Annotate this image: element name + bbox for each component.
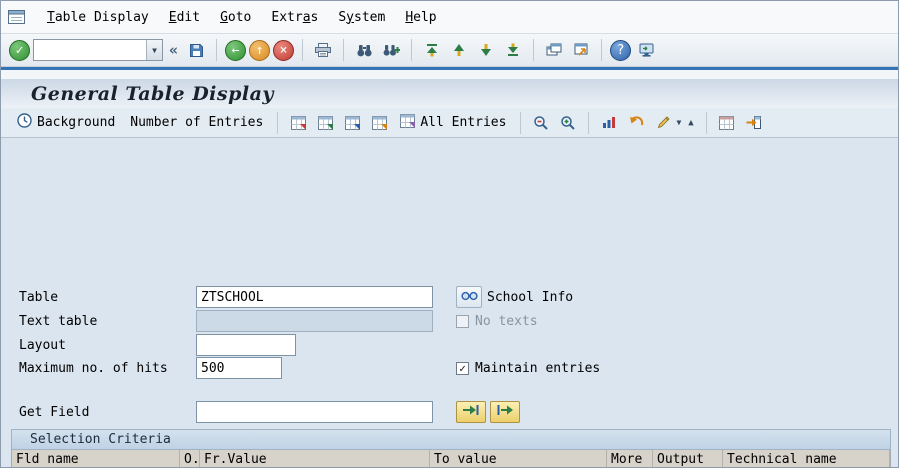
command-field[interactable]: ▼	[33, 39, 163, 61]
menu-system[interactable]: System	[328, 7, 395, 28]
menu-goto[interactable]: Goto	[210, 7, 261, 28]
maintain-entries-checkbox[interactable]: ✓	[456, 362, 469, 375]
no-texts-checkbox-row: No texts	[456, 314, 538, 329]
arrow-out-of-bar-icon	[497, 404, 513, 420]
no-texts-label: No texts	[475, 314, 538, 329]
col-option: O.	[180, 450, 200, 467]
edit-pencil-icon[interactable]	[651, 111, 675, 135]
all-entries-button[interactable]: All Entries	[394, 112, 512, 134]
print-icon[interactable]	[311, 38, 335, 62]
col-technical-name: Technical name	[723, 450, 890, 467]
save-icon[interactable]	[184, 38, 208, 62]
school-info-button[interactable]	[456, 286, 482, 308]
maintain-entries-label: Maintain entries	[475, 361, 601, 376]
selection-criteria-table: Fld name O. Fr.Value To value More Outpu…	[11, 450, 891, 467]
get-field-label: Get Field	[19, 404, 90, 420]
max-hits-input[interactable]	[196, 357, 282, 379]
gui-settings-icon[interactable]	[634, 38, 658, 62]
no-texts-checkbox	[456, 315, 469, 328]
page-down-icon[interactable]	[474, 38, 498, 62]
layout-settings-icon[interactable]	[715, 111, 739, 135]
page-title: General Table Display	[31, 82, 274, 105]
toolbar-separator	[216, 39, 218, 61]
table-delete-icon[interactable]	[340, 111, 364, 135]
exit-icon[interactable]: ↑	[249, 39, 271, 61]
system-toolbar: ✓ ▼ « ← ↑ × ?	[1, 34, 898, 67]
first-page-icon[interactable]	[420, 38, 444, 62]
toolbar-separator	[533, 39, 535, 61]
find-icon[interactable]	[352, 38, 376, 62]
shortcut-icon[interactable]	[569, 38, 593, 62]
field-import-button[interactable]	[456, 401, 486, 423]
background-button[interactable]: Background	[11, 111, 121, 134]
max-hits-label: Maximum no. of hits	[19, 360, 168, 376]
menu-edit[interactable]: Edit	[159, 7, 210, 28]
help-icon[interactable]: ?	[610, 39, 632, 61]
collapse-icon[interactable]: ▲	[684, 118, 697, 128]
enter-button[interactable]: ✓	[9, 39, 30, 61]
maintain-entries-checkbox-row: ✓ Maintain entries	[456, 361, 600, 376]
exit-selection-icon[interactable]	[742, 111, 766, 135]
page-up-icon[interactable]	[447, 38, 471, 62]
last-page-icon[interactable]	[501, 38, 525, 62]
system-menu-icon[interactable]	[8, 10, 25, 24]
col-to-value: To value	[430, 450, 607, 467]
arrow-into-bar-icon	[463, 404, 479, 420]
table-top-icon[interactable]	[367, 111, 391, 135]
title-bar: General Table Display	[1, 79, 898, 108]
chevron-down-icon[interactable]: ▼	[146, 40, 162, 60]
find-next-icon[interactable]	[379, 38, 403, 62]
command-input[interactable]	[34, 40, 146, 60]
toolbar-separator	[601, 39, 603, 61]
sort-ascending-icon[interactable]	[597, 111, 621, 135]
col-output: Output	[653, 450, 723, 467]
zoom-out-icon[interactable]	[529, 111, 553, 135]
toolbar-separator	[520, 111, 522, 134]
text-table-input	[196, 310, 433, 332]
toolbar-separator	[705, 111, 707, 134]
sap-gui-window: Table Display Edit Goto Extras System He…	[0, 0, 899, 468]
undo-icon[interactable]	[624, 111, 648, 135]
toolbar-separator	[343, 39, 345, 61]
edit-dropdown-icon[interactable]: ▼	[676, 118, 681, 127]
back-icon[interactable]: ←	[225, 39, 247, 61]
toolbar-separator	[302, 39, 304, 61]
col-from-value: Fr.Value	[200, 450, 430, 467]
table-select-icon[interactable]	[286, 111, 310, 135]
col-fld-name: Fld name	[12, 450, 180, 467]
selection-criteria-header: Selection Criteria	[11, 429, 891, 450]
cancel-icon[interactable]: ×	[273, 39, 295, 61]
menu-table-display[interactable]: Table Display	[37, 7, 159, 28]
table-label: Table	[19, 289, 59, 305]
school-info-label: School Info	[487, 289, 574, 305]
gap-strip	[1, 70, 898, 79]
toolbar-separator	[277, 111, 279, 134]
field-export-button[interactable]	[490, 401, 520, 423]
collapse-command-icon[interactable]: «	[166, 41, 181, 59]
display-glasses-icon	[460, 290, 478, 305]
clock-icon	[17, 113, 32, 132]
toolbar-separator	[411, 39, 413, 61]
table-input[interactable]	[196, 286, 433, 308]
table-header-row: Fld name O. Fr.Value To value More Outpu…	[12, 450, 890, 467]
menu-bar: Table Display Edit Goto Extras System He…	[1, 1, 898, 34]
menu-help[interactable]: Help	[395, 7, 446, 28]
new-session-icon[interactable]	[542, 38, 566, 62]
menu-extras[interactable]: Extras	[261, 7, 328, 28]
table-all-icon	[400, 113, 416, 132]
main-content: Table School Info Text table No texts La…	[1, 138, 898, 467]
number-of-entries-button[interactable]: Number of Entries	[124, 113, 269, 132]
check-icon: ✓	[15, 42, 24, 58]
layout-label: Layout	[19, 337, 66, 353]
col-more: More	[607, 450, 653, 467]
layout-input[interactable]	[196, 334, 296, 356]
zoom-in-icon[interactable]	[556, 111, 580, 135]
get-field-input[interactable]	[196, 401, 433, 423]
table-insert-icon[interactable]	[313, 111, 337, 135]
application-toolbar: Background Number of Entries All Entries	[1, 108, 898, 138]
toolbar-separator	[588, 111, 590, 134]
text-table-label: Text table	[19, 313, 98, 329]
